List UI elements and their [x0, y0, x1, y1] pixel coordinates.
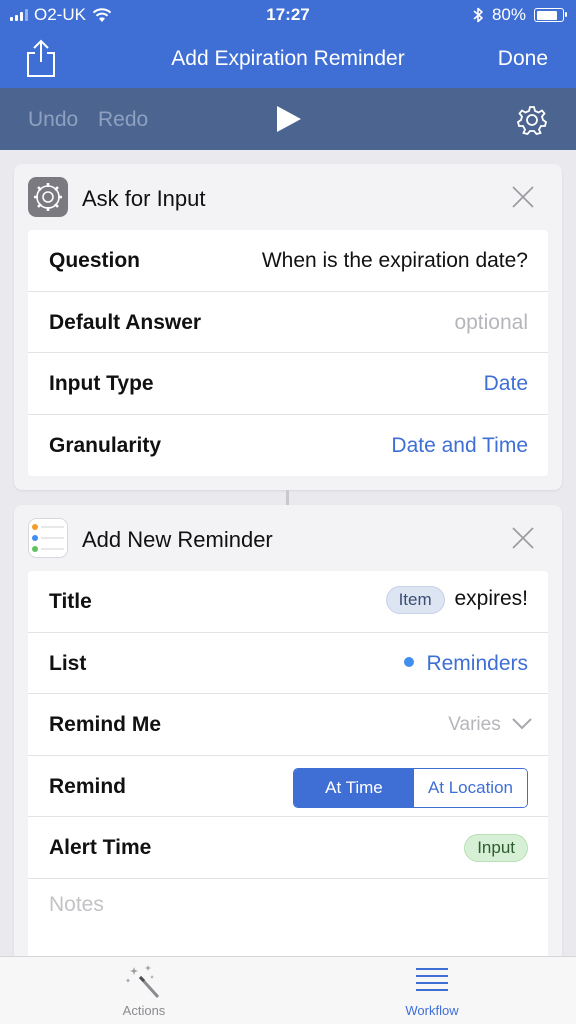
question-field[interactable]: When is the expiration date? [262, 249, 528, 273]
row-label: Remind Me [49, 713, 162, 736]
reminders-app-icon [28, 518, 68, 558]
battery-level [536, 10, 557, 20]
granularity-row[interactable]: Granularity Date and Time [28, 415, 548, 477]
remind-me-text: Varies [448, 714, 501, 735]
row-label: List [49, 651, 87, 675]
close-icon[interactable] [512, 186, 534, 208]
status-right: 80% [472, 5, 567, 25]
redo-button[interactable]: Redo [98, 108, 148, 132]
variable-token[interactable]: Item [385, 586, 445, 614]
remind-segmented-control: At Time At Location [292, 767, 528, 808]
at-time-segment[interactable]: At Time [293, 768, 414, 807]
undo-button[interactable]: Undo [28, 108, 78, 132]
remind-me-row[interactable]: Remind Me Varies [28, 694, 548, 756]
card-title: Add New Reminder [82, 527, 273, 552]
row-label: Input Type [49, 372, 154, 395]
input-variable-token[interactable]: Input [464, 834, 528, 862]
list-name: Reminders [426, 651, 528, 675]
card-fields: Question When is the expiration date? De… [28, 230, 548, 476]
remind-me-value[interactable]: Varies [448, 714, 532, 736]
gear-icon[interactable] [517, 105, 547, 135]
row-label: Question [49, 249, 141, 272]
tab-actions[interactable]: Actions [74, 963, 214, 1018]
remind-row: Remind At Time At Location [28, 756, 548, 817]
page-title: Add Expiration Reminder [171, 47, 405, 70]
input-type-row[interactable]: Input Type Date [28, 353, 548, 415]
card-header: Add New Reminder [14, 505, 562, 571]
card-fields: Title Item expires! List Reminders Remin… [28, 571, 548, 975]
bluetooth-icon [473, 7, 483, 23]
battery-percent: 80% [491, 5, 526, 24]
title-row[interactable]: Title Item expires! [28, 571, 548, 633]
action-connector [286, 490, 289, 506]
input-type-value[interactable]: Date [484, 372, 528, 396]
question-row[interactable]: Question When is the expiration date? [28, 230, 548, 292]
tab-actions-label: Actions [122, 1003, 166, 1018]
default-answer-field[interactable]: optional [454, 311, 528, 335]
row-label: Granularity [49, 433, 162, 457]
battery-icon [534, 8, 567, 22]
alert-time-field[interactable]: Input [464, 834, 528, 862]
card-title: Ask for Input [82, 186, 206, 211]
row-label: Title [49, 590, 92, 613]
granularity-value[interactable]: Date and Time [391, 434, 528, 458]
list-icon [416, 968, 448, 991]
ask-for-input-card: Ask for Input Question When is the expir… [14, 164, 562, 490]
play-icon[interactable] [276, 105, 302, 133]
add-new-reminder-card: Add New Reminder Title Item expires! Lis… [14, 505, 562, 975]
row-label: Remind [49, 774, 127, 798]
notes-row[interactable]: Notes [28, 879, 548, 969]
close-icon[interactable] [512, 527, 534, 549]
card-header: Ask for Input [14, 164, 562, 230]
row-label: Default Answer [49, 310, 202, 334]
status-bar: O2-UK 17:27 80% [0, 0, 576, 30]
title-suffix: expires! [454, 587, 528, 610]
nav-bar: Add Expiration Reminder Done [0, 30, 576, 88]
done-button[interactable]: Done [498, 47, 548, 71]
default-answer-row[interactable]: Default Answer optional [28, 292, 548, 353]
tab-workflow[interactable]: Workflow [362, 963, 502, 1018]
editor-toolbar: Undo Redo [0, 88, 576, 150]
list-row[interactable]: List Reminders [28, 633, 548, 694]
magic-wand-icon [125, 965, 160, 999]
at-location-segment[interactable]: At Location [413, 768, 527, 807]
alert-time-row[interactable]: Alert Time Input [28, 817, 548, 879]
tab-bar: Actions Workflow [0, 956, 576, 1024]
chevron-down-icon [512, 718, 532, 730]
list-color-dot [404, 656, 415, 667]
row-label: Alert Time [49, 836, 152, 859]
tab-workflow-label: Workflow [405, 1003, 459, 1018]
title-field[interactable]: Item expires! [385, 586, 528, 614]
settings-gear-icon [28, 177, 68, 217]
list-value[interactable]: Reminders [404, 652, 528, 676]
notes-field[interactable]: Notes [49, 893, 104, 917]
